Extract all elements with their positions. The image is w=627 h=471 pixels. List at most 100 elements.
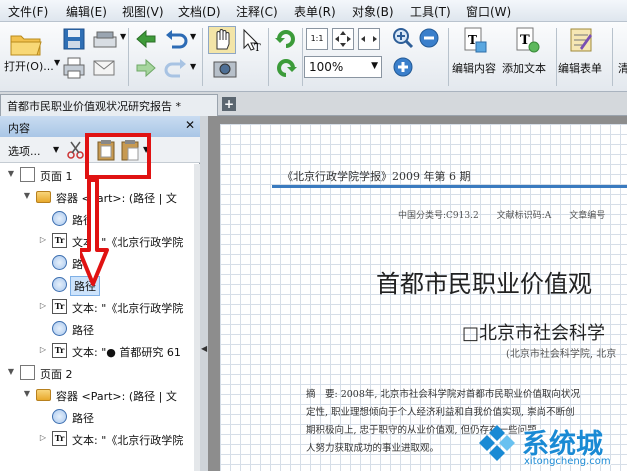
rotate-cw-button[interactable]: [274, 27, 298, 51]
options-button[interactable]: 选项...: [8, 143, 41, 159]
fit-width-icon: [361, 36, 377, 42]
tree-item-label: 容器 <Part>: (路径 | 文: [56, 192, 177, 205]
fit-page-button[interactable]: [332, 28, 354, 50]
edit-content-button[interactable]: T: [462, 26, 488, 56]
actual-size-button[interactable]: 1:1: [306, 28, 328, 50]
tree-toggle-icon[interactable]: ▼: [6, 367, 16, 377]
redo-icon: [164, 59, 186, 78]
collapse-arrow-icon[interactable]: ◀: [201, 344, 207, 353]
snapshot-button[interactable]: [212, 56, 238, 80]
toolbar-separator: [612, 28, 613, 86]
svg-text:T: T: [520, 33, 530, 48]
toolbar-separator: [302, 28, 303, 86]
menu-form[interactable]: 表单(R): [294, 3, 336, 20]
tree-toggle-icon[interactable]: ▼: [22, 191, 32, 201]
email-button[interactable]: [92, 56, 116, 80]
minus-circle-icon: [419, 28, 439, 48]
tree-item-label: 页面 1: [40, 170, 73, 183]
magnifier-plus-icon: [393, 28, 414, 49]
cursor-select-icon: T: [243, 28, 261, 54]
classification-line: 中国分类号:C913.2 文献标识码:A 文章编号: [398, 211, 606, 221]
edit-content-label[interactable]: 编辑内容: [452, 60, 496, 76]
annotation-highlight-box: [85, 133, 151, 179]
menu-window[interactable]: 窗口(W): [466, 3, 511, 20]
tree-toggle-icon[interactable]: ▼: [6, 169, 16, 179]
tree-toggle-icon[interactable]: ▼: [22, 389, 32, 399]
rotate-ccw-button[interactable]: [274, 56, 298, 80]
close-icon[interactable]: ✕: [185, 118, 195, 132]
add-text-label[interactable]: 添加文本: [502, 60, 546, 76]
rotate-clockwise-icon: [275, 30, 295, 48]
next-view-button[interactable]: [134, 56, 158, 80]
panel-title: 内容: [8, 122, 30, 135]
menu-tools[interactable]: 工具(T): [410, 3, 451, 20]
abstract-line: 人努力获取成功的事业进取观。: [306, 443, 440, 454]
open-button[interactable]: [8, 28, 44, 58]
edit-content-icon: T: [464, 27, 487, 53]
undo-dropdown-icon[interactable]: ▼: [190, 32, 196, 41]
fit-width-button[interactable]: [358, 28, 380, 50]
undo-button[interactable]: [164, 27, 188, 51]
menu-document[interactable]: 文档(D): [178, 3, 221, 20]
tree-item-label: 路径: [72, 412, 94, 425]
zoom-select[interactable]: 100% ▼: [304, 56, 382, 78]
plus-icon[interactable]: +: [222, 97, 236, 111]
tree-toggle-icon[interactable]: ▷: [38, 301, 48, 311]
open-label[interactable]: 打开(O)...: [4, 58, 54, 74]
menu-file[interactable]: 文件(F): [8, 3, 48, 20]
redo-button[interactable]: [164, 56, 188, 80]
save-button[interactable]: [62, 27, 86, 51]
zoom-in-button[interactable]: [392, 56, 414, 78]
document-tab-strip: 首都市民职业价值观状况研究报告 * +: [0, 92, 627, 116]
rotate-counterclockwise-icon: [277, 59, 297, 77]
edit-form-label[interactable]: 编辑表单: [558, 60, 602, 76]
select-tool-button[interactable]: T: [240, 27, 264, 54]
tree-item[interactable]: ▼ 容器 <Part>: (路径 | 文: [0, 384, 194, 406]
menu-object[interactable]: 对象(B): [352, 3, 394, 20]
scan-dropdown-icon[interactable]: ▼: [120, 32, 126, 41]
tree-item[interactable]: ▷ Tr 文本: "● 首都研究 61: [0, 340, 194, 362]
fit-page-icon: [335, 31, 351, 47]
tab-document[interactable]: 首都市民职业价值观状况研究报告 *: [0, 94, 218, 116]
abstract-line: 定性, 职业理想倾向于个人经济利益和自我价值实现, 崇尚不断创: [306, 407, 575, 418]
tree-item[interactable]: ▷ Tr 文本: "《北京行政学院: [0, 296, 194, 318]
tree-item-label: 页面 2: [40, 368, 73, 381]
tree-item[interactable]: ▼ 页面 2: [0, 362, 194, 384]
add-text-button[interactable]: T: [514, 26, 540, 56]
tree-item[interactable]: ▷ Tr 文本: "《北京行政学院: [0, 428, 194, 450]
camera-icon: [213, 61, 237, 78]
edit-form-button[interactable]: [568, 26, 594, 56]
tree-toggle-icon[interactable]: ▷: [38, 345, 48, 355]
tree-item-label: 容器 <Part>: (路径 | 文: [56, 390, 177, 403]
tree-item[interactable]: 路径: [0, 318, 194, 340]
tree-item[interactable]: 路径: [0, 406, 194, 428]
panel-splitter[interactable]: ◀: [200, 116, 208, 471]
menu-edit[interactable]: 编辑(E): [66, 3, 107, 20]
options-dropdown-icon[interactable]: ▼: [53, 145, 59, 154]
arrow-left-icon: [136, 29, 156, 49]
tree-toggle-icon[interactable]: ▷: [38, 433, 48, 443]
menu-comment[interactable]: 注释(C): [236, 3, 278, 20]
print-button[interactable]: [62, 56, 86, 80]
redo-dropdown-icon[interactable]: ▼: [190, 62, 196, 71]
hand-tool-button[interactable]: [208, 26, 236, 54]
clear-label[interactable]: 清: [618, 60, 627, 76]
menu-view[interactable]: 视图(V): [122, 3, 164, 20]
page-icon: [20, 167, 35, 182]
toolbar-separator: [556, 28, 557, 86]
save-icon: [63, 28, 85, 50]
cut-button[interactable]: [66, 140, 86, 160]
zoom-value: 100%: [309, 60, 344, 74]
tree-toggle-icon[interactable]: ▷: [38, 235, 48, 245]
open-dropdown-icon[interactable]: ▼: [54, 58, 60, 67]
toolbar: 打开(O)... ▼ ▼ ▼ ▼ T 1:1 100% ▼ T 编辑内容 T 添…: [0, 22, 627, 92]
watermark-logo: 系统城 xitongcheng.com: [478, 418, 627, 471]
prev-view-button[interactable]: [134, 27, 158, 51]
author-affiliation: (北京市社会科学院, 北京: [506, 349, 617, 360]
text-icon: Tr: [52, 233, 67, 248]
zoom-out-button[interactable]: [418, 27, 440, 49]
tree-item-label: 文本: "● 首都研究 61: [72, 346, 181, 359]
scan-button[interactable]: [92, 27, 118, 51]
undo-icon: [166, 30, 188, 49]
zoom-in-tool-button[interactable]: [392, 27, 414, 49]
